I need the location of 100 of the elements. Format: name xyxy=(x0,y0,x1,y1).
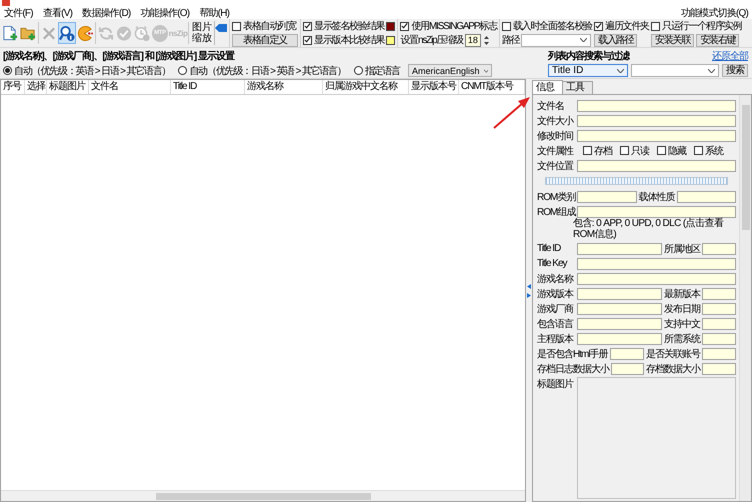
checkbox-label[interactable]: 存档 xyxy=(594,144,612,158)
column-header[interactable]: 显示版本号 xyxy=(409,80,459,94)
scrollbar-thumb[interactable] xyxy=(742,105,750,230)
input-field[interactable] xyxy=(577,206,736,218)
radio-button[interactable] xyxy=(3,66,12,75)
install-button[interactable]: 安装右键 xyxy=(696,34,740,46)
input-field[interactable] xyxy=(577,100,736,112)
search-field[interactable] xyxy=(631,64,719,78)
column-header[interactable]: 标题图片 xyxy=(47,80,89,94)
input-field[interactable] xyxy=(676,190,736,202)
input-field[interactable] xyxy=(577,332,662,344)
radio-button[interactable] xyxy=(178,66,188,75)
toolbar-button[interactable] xyxy=(58,22,76,44)
checkbox[interactable] xyxy=(620,146,629,155)
input-field[interactable] xyxy=(702,348,736,360)
zoom-slider[interactable] xyxy=(214,21,227,45)
checkbox[interactable] xyxy=(594,22,604,30)
input-field[interactable] xyxy=(577,114,736,126)
search-button[interactable]: 搜索 xyxy=(722,64,748,78)
column-header[interactable]: 游戏名称 xyxy=(245,80,323,94)
color-swatch[interactable] xyxy=(386,22,396,30)
input-field[interactable] xyxy=(702,302,736,314)
annotation-arrow xyxy=(492,96,532,130)
checkbox[interactable] xyxy=(657,146,666,155)
checkbox-label[interactable]: 显示签名校验结果 xyxy=(314,19,384,33)
close-icon xyxy=(41,24,57,42)
input-field[interactable] xyxy=(702,318,736,330)
input-field[interactable] xyxy=(702,332,736,344)
column-header[interactable]: 文件名 xyxy=(89,80,171,94)
reset-all-link[interactable]: 还原全部 xyxy=(712,48,748,63)
mode-switch-menu[interactable]: 功能模式切换(Q) xyxy=(680,6,748,20)
checkbox[interactable] xyxy=(651,22,660,30)
menu-item[interactable]: 数据操作(D) xyxy=(82,6,130,20)
input-field[interactable] xyxy=(577,190,636,202)
column-header[interactable]: CNMT版本号 xyxy=(459,80,525,94)
checkbox-label[interactable]: 使用MISSINGAPP标志 xyxy=(411,19,497,33)
collapse-bar[interactable] xyxy=(545,177,728,185)
checkbox-label[interactable]: 系统 xyxy=(705,144,723,158)
refresh-icon xyxy=(98,24,114,42)
input-field[interactable] xyxy=(702,288,736,300)
checkbox[interactable] xyxy=(694,146,703,155)
checkbox[interactable] xyxy=(303,36,312,44)
menu-item[interactable]: 查看(V) xyxy=(42,6,72,20)
input-field[interactable] xyxy=(702,362,736,374)
tab[interactable]: 信息 xyxy=(532,80,563,94)
slider-thumb[interactable] xyxy=(215,24,227,32)
input-field[interactable] xyxy=(577,130,736,142)
field-label: ROM类别 xyxy=(537,190,575,204)
field-label: Title ID xyxy=(537,243,562,254)
input-field[interactable] xyxy=(577,272,736,284)
input-field[interactable] xyxy=(577,160,736,172)
menu-item[interactable]: 文件(F) xyxy=(4,6,33,20)
checkbox-label[interactable]: 只运行一个程序实例 xyxy=(662,19,742,33)
checkbox[interactable] xyxy=(232,22,241,30)
field-label: 是否包含Html手册 xyxy=(537,348,608,360)
rom-info-text[interactable]: 包含: 0 APP, 0 UPD, 0 DLC (点击查看ROM信息) xyxy=(537,218,736,240)
checkbox[interactable] xyxy=(583,146,592,155)
field-label: 游戏版本 xyxy=(537,288,574,300)
checkbox-label[interactable]: 遍历文件夹 xyxy=(605,19,650,33)
column-header[interactable]: Title ID xyxy=(171,80,245,94)
menu-item[interactable]: 帮助(H) xyxy=(199,6,230,20)
field-label: 主程版本 xyxy=(537,332,574,346)
alarm-clock-icon xyxy=(134,24,150,42)
input-field[interactable] xyxy=(577,288,662,300)
checkbox[interactable] xyxy=(502,22,511,30)
customize-table-button[interactable]: 表格自定义 xyxy=(232,34,298,46)
radio-label[interactable]: 自动（优先级：英语 > 日语 > 其它语言） xyxy=(14,64,170,78)
checkbox-label[interactable]: 载入时全面签名校验 xyxy=(512,19,592,33)
radio-label[interactable]: 指定语言 xyxy=(364,64,400,78)
column-header[interactable]: 选择 xyxy=(25,80,47,94)
path-label: 路径 xyxy=(502,34,520,47)
input-field[interactable] xyxy=(577,258,736,270)
checkbox-label[interactable]: 表格自动列宽 xyxy=(243,19,296,33)
input-field[interactable] xyxy=(577,242,662,254)
splitter-arrows-icon[interactable] xyxy=(527,284,531,298)
tab[interactable]: 工具 xyxy=(562,81,593,94)
column-header[interactable]: 归属游戏中文名称 xyxy=(323,80,409,94)
checkbox-label[interactable]: 显示版本比较结果 xyxy=(314,33,384,47)
radio-button[interactable] xyxy=(354,66,363,75)
input-field[interactable] xyxy=(577,302,662,314)
load-path-button[interactable]: 载入路径 xyxy=(594,34,638,46)
field-label: 存档数据大小 xyxy=(646,362,700,376)
compression-spinner[interactable]: 18 xyxy=(464,34,481,46)
input-field[interactable] xyxy=(610,348,644,360)
checkbox-label[interactable]: 只读 xyxy=(631,144,649,158)
scrollbar-thumb[interactable] xyxy=(156,492,371,500)
input-field[interactable] xyxy=(577,318,662,330)
language-dropdown[interactable]: AmericanEnglish xyxy=(408,64,492,77)
checkbox[interactable] xyxy=(303,22,312,30)
install-button[interactable]: 安装关联 xyxy=(651,34,694,46)
color-swatch[interactable] xyxy=(386,36,396,44)
checkbox[interactable] xyxy=(400,22,410,30)
menu-item[interactable]: 功能操作(O) xyxy=(140,6,190,20)
column-header[interactable]: 序号 xyxy=(1,80,25,94)
column-dropdown[interactable]: Title ID xyxy=(548,64,628,78)
input-field[interactable] xyxy=(702,242,736,254)
checkbox-label[interactable]: 隐藏 xyxy=(668,144,686,158)
input-field[interactable] xyxy=(611,362,644,374)
radio-label[interactable]: 自动（优先级：日语 > 英语 > 其它语言） xyxy=(189,64,346,78)
spinner-arrows-icon[interactable] xyxy=(482,34,490,46)
